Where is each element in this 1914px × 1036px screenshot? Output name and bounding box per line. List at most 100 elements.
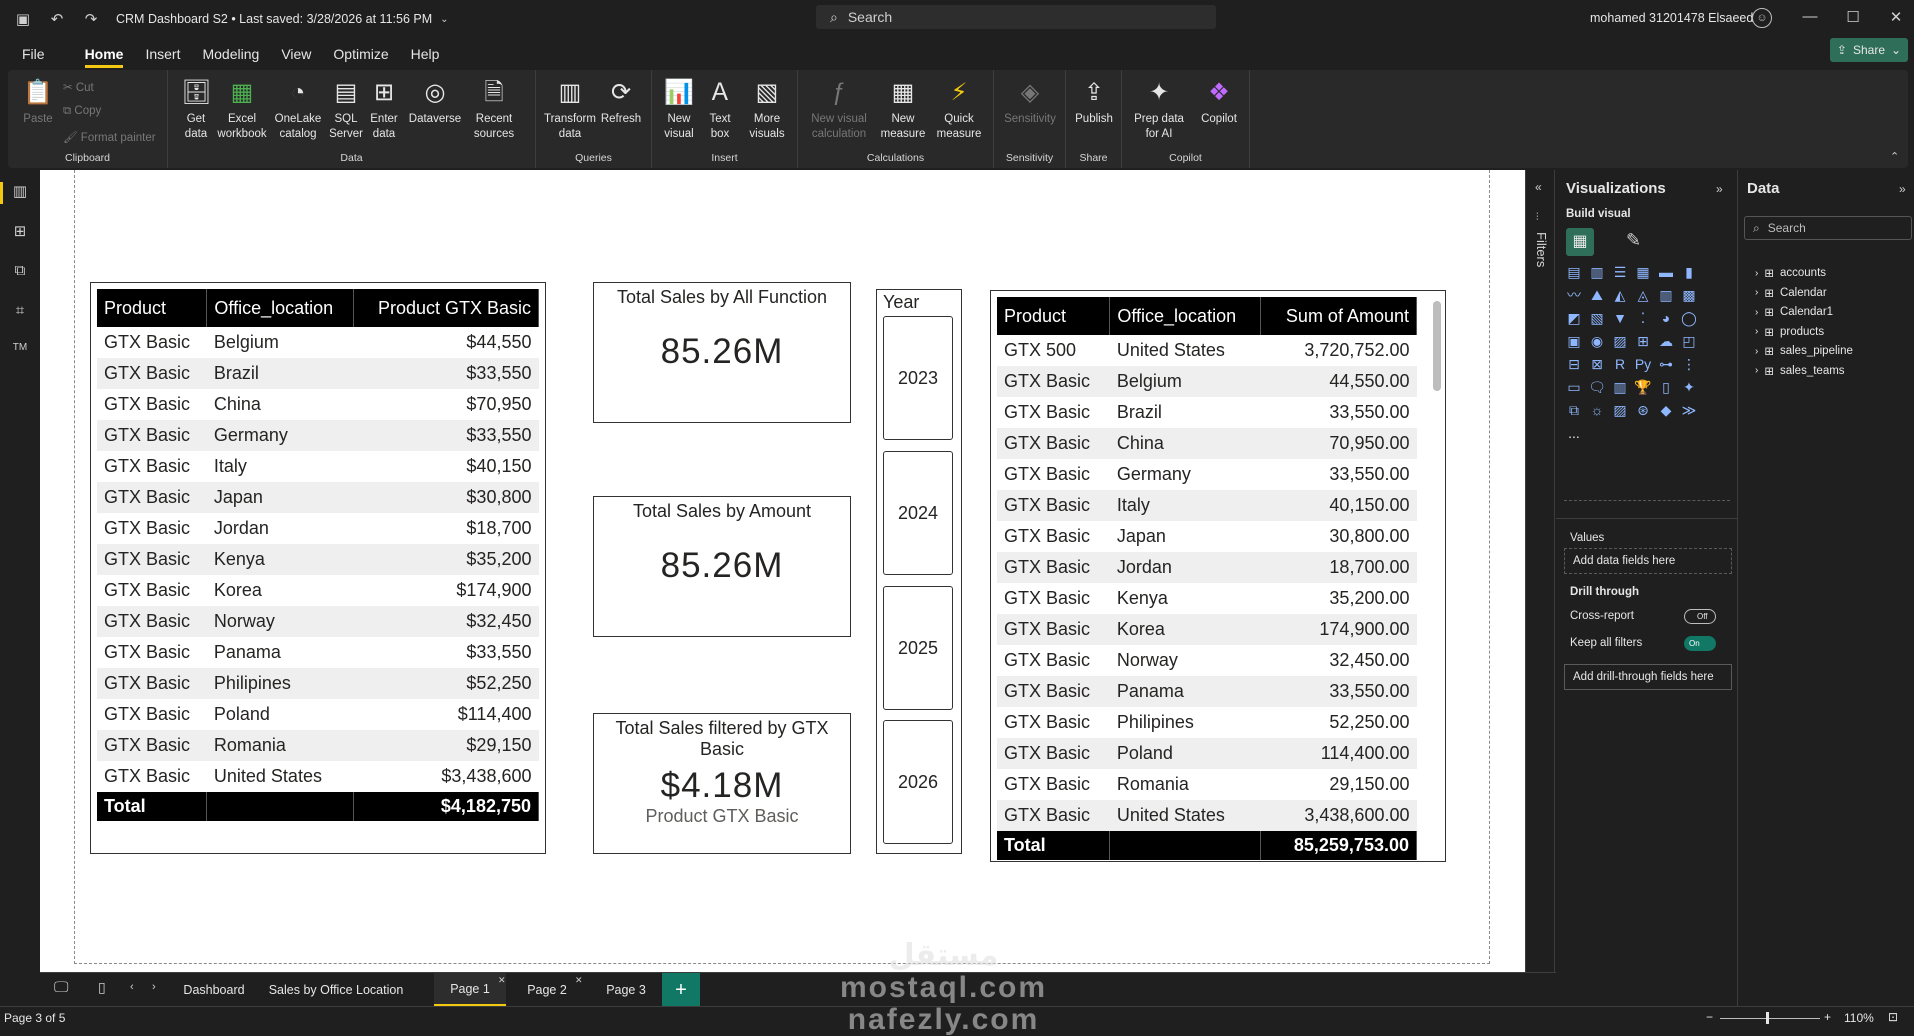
table-row[interactable]: GTX Basic Brazil 33,550.00 bbox=[997, 397, 1417, 428]
python-visual-icon[interactable]: Py bbox=[1633, 354, 1653, 374]
new-visual-calculation-button[interactable]: ƒ New visual calculation bbox=[804, 78, 874, 142]
treemap-icon[interactable]: ◯ bbox=[1679, 308, 1699, 328]
azure-map-icon[interactable]: ▨ bbox=[1610, 331, 1630, 351]
table-row[interactable]: GTX Basic Poland 114,400.00 bbox=[997, 738, 1417, 769]
ribbon-icon[interactable]: ▩ bbox=[1679, 285, 1699, 305]
year-slicer[interactable]: Year 2023 2024 2025 2026 bbox=[876, 289, 962, 854]
table-row[interactable]: GTX Basic China 70,950.00 bbox=[997, 428, 1417, 459]
new-measure-button[interactable]: ▦ New measure bbox=[878, 78, 928, 142]
global-search[interactable]: ⌕ Search bbox=[816, 5, 1216, 29]
chevron-left-icon[interactable]: « bbox=[1535, 180, 1542, 194]
desktop-layout-icon[interactable]: 🖵 bbox=[54, 979, 68, 996]
table-row[interactable]: GTX Basic Norway $32,450 bbox=[97, 606, 539, 637]
diamond-icon[interactable]: ◆ bbox=[1656, 400, 1676, 420]
data-table-products[interactable]: › ⊞ products bbox=[1755, 325, 1824, 339]
chevron-right-icon[interactable]: » bbox=[1899, 182, 1906, 196]
undo-icon[interactable]: ↶ bbox=[46, 8, 68, 30]
menu-help[interactable]: Help bbox=[411, 38, 440, 70]
onelake-catalog-button[interactable]: ◔ OneLake catalog bbox=[272, 78, 324, 142]
column-header[interactable]: Product bbox=[97, 289, 208, 327]
table-row[interactable]: GTX Basic Germany $33,550 bbox=[97, 420, 539, 451]
column-header[interactable]: Sum of Amount bbox=[1260, 297, 1417, 335]
format-painter-button[interactable]: 🖌 Format painter bbox=[63, 130, 156, 144]
stacked-bar-icon[interactable]: ▤ bbox=[1564, 262, 1584, 282]
menu-modeling[interactable]: Modeling bbox=[202, 38, 259, 70]
menu-optimize[interactable]: Optimize bbox=[333, 38, 388, 70]
table-row[interactable]: GTX Basic Kenya $35,200 bbox=[97, 544, 539, 575]
table-row[interactable]: GTX 500 United States 3,720,752.00 bbox=[997, 335, 1417, 366]
format-visual-icon[interactable]: ✎ bbox=[1626, 230, 1641, 251]
tab-page-1[interactable]: Page 1 bbox=[434, 973, 506, 1007]
mobile-layout-icon[interactable]: ▯ bbox=[98, 979, 106, 996]
pie-icon[interactable]: ⁚ bbox=[1633, 308, 1653, 328]
table-row[interactable]: GTX Basic Jordan 18,700.00 bbox=[997, 552, 1417, 583]
table-row[interactable]: GTX Basic Germany 33,550.00 bbox=[997, 459, 1417, 490]
data-search-input[interactable]: ⌕ Search bbox=[1744, 216, 1912, 240]
table-row[interactable]: GTX Basic Norway 32,450.00 bbox=[997, 645, 1417, 676]
data-table-sales-pipeline[interactable]: › ⊞ sales_pipeline bbox=[1755, 344, 1853, 358]
table-row[interactable]: GTX Basic Philipines $52,250 bbox=[97, 668, 539, 699]
slicer-item-2026[interactable]: 2026 bbox=[883, 720, 953, 844]
table-row[interactable]: GTX Basic China $70,950 bbox=[97, 389, 539, 420]
get-data-button[interactable]: 🗄 Get data bbox=[178, 78, 214, 142]
donut-icon[interactable]: ◕ bbox=[1656, 308, 1676, 328]
table-row[interactable]: GTX Basic Brazil $33,550 bbox=[97, 358, 539, 389]
waterfall-icon[interactable]: ◩ bbox=[1564, 308, 1584, 328]
table-row[interactable]: GTX Basic Belgium 44,550.00 bbox=[997, 366, 1417, 397]
table-visual-sum-of-amount[interactable]: Product Office_location Sum of Amount GT… bbox=[990, 290, 1446, 862]
dataverse-button[interactable]: ◎ Dataverse bbox=[406, 78, 464, 127]
table-row[interactable]: GTX Basic United States $3,438,600 bbox=[97, 761, 539, 792]
table-row[interactable]: GTX Basic Kenya 35,200.00 bbox=[997, 583, 1417, 614]
copilot-button[interactable]: ❖ Copilot bbox=[1192, 78, 1246, 127]
build-visual-icon[interactable]: ▦ bbox=[1566, 228, 1594, 256]
keep-all-filters-toggle[interactable]: On bbox=[1684, 636, 1716, 651]
card-total-sales-amount[interactable]: Total Sales by Amount 85.26M bbox=[593, 496, 851, 637]
power-apps-icon[interactable]: ☼ bbox=[1587, 400, 1607, 420]
minimize-icon[interactable]: — bbox=[1800, 8, 1820, 25]
table-row[interactable]: GTX Basic Poland $114,400 bbox=[97, 699, 539, 730]
enter-data-button[interactable]: ⊞ Enter data bbox=[366, 78, 402, 142]
menu-home[interactable]: Home bbox=[84, 38, 123, 70]
redo-icon[interactable]: ↷ bbox=[80, 8, 102, 30]
table-row[interactable]: GTX Basic Panama $33,550 bbox=[97, 637, 539, 668]
user-name[interactable]: mohamed 31201478 Elsaeed bbox=[1590, 11, 1753, 25]
zoom-in-icon[interactable]: + bbox=[1824, 1010, 1831, 1024]
quick-measure-button[interactable]: ⚡ Quick measure bbox=[930, 78, 988, 142]
line-column-stacked-icon[interactable]: ▥ bbox=[1656, 285, 1676, 305]
stacked-bar-100-icon[interactable]: ▬ bbox=[1656, 262, 1676, 282]
data-table-sales-teams[interactable]: › ⊞ sales_teams bbox=[1755, 364, 1845, 378]
filters-pane[interactable]: « ⫶ Filters bbox=[1525, 170, 1555, 972]
copy-button[interactable]: ⧉ Copy bbox=[63, 105, 101, 118]
table-visual-gtx-basic[interactable]: Product Office_location Product GTX Basi… bbox=[90, 282, 546, 854]
scatter-icon[interactable]: ▼ bbox=[1610, 308, 1630, 328]
map-icon[interactable]: ▣ bbox=[1564, 331, 1584, 351]
area-icon[interactable]: ⛰ bbox=[1587, 285, 1607, 305]
excel-workbook-button[interactable]: ▦ Excel workbook bbox=[216, 78, 268, 142]
tab-sales-by-office-location[interactable]: Sales by Office Location bbox=[258, 973, 414, 1007]
stacked-area-icon[interactable]: ◭ bbox=[1610, 285, 1630, 305]
save-icon[interactable]: ▣ bbox=[12, 8, 34, 30]
fit-to-page-icon[interactable]: ⊡ bbox=[1888, 1010, 1898, 1024]
close-icon[interactable]: ✕ bbox=[1886, 8, 1906, 26]
multi-row-card-icon[interactable]: ⊟ bbox=[1564, 354, 1584, 374]
column-header[interactable]: Office_location bbox=[1109, 297, 1262, 335]
drill-through-well[interactable]: Add drill-through fields here bbox=[1564, 664, 1732, 690]
clustered-column-icon[interactable]: ▦ bbox=[1633, 262, 1653, 282]
data-table-accounts[interactable]: › ⊞ accounts bbox=[1755, 266, 1826, 280]
table-row[interactable]: GTX Basic Italy $40,150 bbox=[97, 451, 539, 482]
card-icon[interactable]: ◰ bbox=[1679, 331, 1699, 351]
kpi-icon[interactable]: ⊠ bbox=[1587, 354, 1607, 374]
close-icon[interactable]: ✕ bbox=[498, 975, 506, 986]
table-scrollbar[interactable] bbox=[1433, 301, 1441, 391]
data-table-calendar1[interactable]: › ⊞ Calendar1 bbox=[1755, 305, 1833, 319]
refresh-button[interactable]: ⟳ Refresh bbox=[598, 78, 644, 127]
funnel-icon[interactable]: ▧ bbox=[1587, 308, 1607, 328]
stacked-column-100-icon[interactable]: ▮ bbox=[1679, 262, 1699, 282]
narrative-icon[interactable]: 🗨 bbox=[1587, 377, 1607, 397]
add-page-button[interactable]: + bbox=[662, 973, 700, 1007]
new-visual-button[interactable]: 📊 New visual bbox=[660, 78, 698, 142]
table-row[interactable]: GTX Basic Korea $174,900 bbox=[97, 575, 539, 606]
table-row[interactable]: GTX Basic Korea 174,900.00 bbox=[997, 614, 1417, 645]
sensitivity-button[interactable]: ◈ Sensitivity bbox=[1000, 78, 1060, 127]
next-page-icon[interactable]: › bbox=[152, 981, 156, 993]
